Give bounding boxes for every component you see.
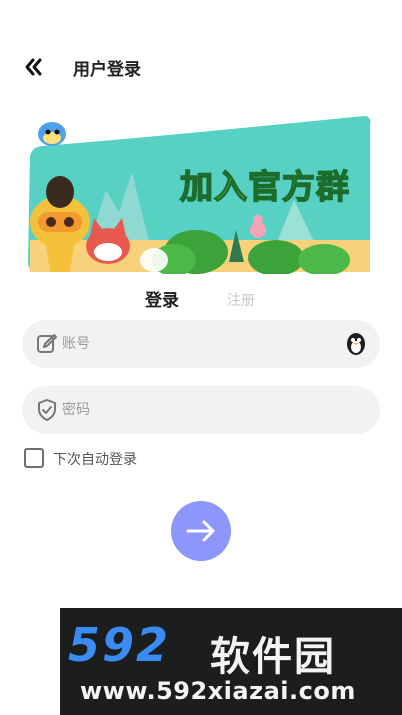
remember-checkbox[interactable]: [24, 448, 44, 468]
submit-button[interactable]: [171, 501, 231, 561]
watermark-url: www.592xiazai.com: [80, 677, 356, 705]
banner-title: 加入官方群: [179, 166, 350, 207]
back-button[interactable]: [22, 54, 48, 80]
watermark-brand: 592: [68, 618, 171, 672]
shield-icon: [38, 399, 56, 421]
qq-penguin-icon: [347, 333, 365, 355]
login-page: 用户登录 加入官方群 登录 注册 账号 下次自动登录 592 软件园 www.5…: [0, 0, 402, 715]
account-input[interactable]: [62, 330, 342, 358]
header: 用户登录: [0, 48, 402, 84]
tab-login[interactable]: 登录: [145, 286, 179, 311]
arrow-right-icon: [186, 520, 215, 542]
qq-login-button[interactable]: [344, 332, 368, 356]
tab-register[interactable]: 注册: [227, 290, 255, 310]
auth-tabs: 登录 注册: [0, 286, 402, 316]
double-chevron-left-icon: [25, 58, 42, 76]
account-field[interactable]: [22, 320, 380, 368]
edit-icon: [37, 334, 57, 353]
page-title: 用户登录: [73, 60, 141, 80]
password-input[interactable]: [62, 396, 342, 424]
watermark: 592 软件园 www.592xiazai.com: [60, 608, 402, 715]
password-field[interactable]: [22, 386, 380, 434]
remember-label: 下次自动登录: [53, 452, 137, 468]
watermark-name: 软件园: [210, 634, 336, 680]
